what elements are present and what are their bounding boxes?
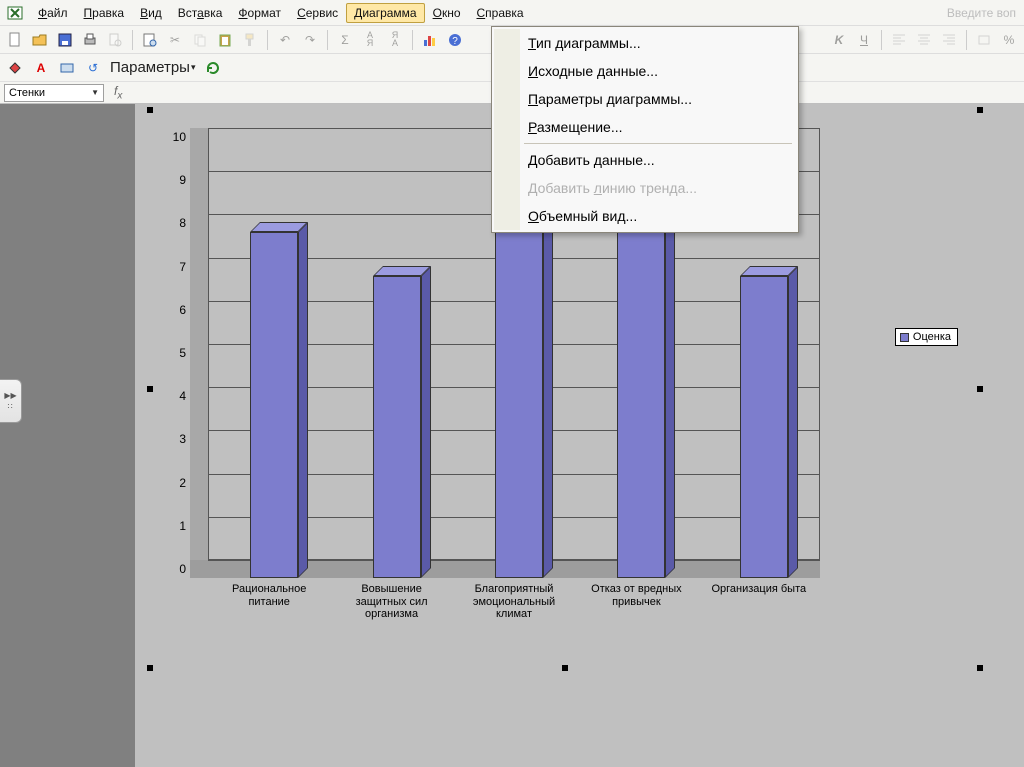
undo2-icon[interactable]: ↺ <box>82 57 104 79</box>
save-icon[interactable] <box>54 29 76 51</box>
menu-item[interactable]: Размещение... <box>494 113 796 141</box>
font-color-icon[interactable]: A <box>30 57 52 79</box>
align-left-icon <box>888 29 910 51</box>
separator <box>132 30 133 50</box>
menu-сервис[interactable]: Сервис <box>289 3 346 23</box>
resize-handle[interactable] <box>147 386 153 392</box>
chart-legend[interactable]: Оценка <box>895 328 958 346</box>
y-axis-tick: 1 <box>166 519 186 533</box>
currency-icon <box>973 29 995 51</box>
menu-диаграмма[interactable]: Диаграмма <box>346 3 424 23</box>
underline-icon: Ч <box>853 29 875 51</box>
menu-правка[interactable]: Правка <box>76 3 133 23</box>
menu-файл[interactable]: Файл <box>30 3 76 23</box>
menu-справка[interactable]: Справка <box>469 3 532 23</box>
menu-окно[interactable]: Окно <box>425 3 469 23</box>
menu-item: Добавить линию тренда... <box>494 174 796 202</box>
y-axis-tick: 0 <box>166 562 186 576</box>
paste-icon[interactable] <box>214 29 236 51</box>
print-preview-icon[interactable] <box>104 29 126 51</box>
x-axis-label: Благоприятный эмоциональный климат <box>459 583 569 621</box>
resize-handle[interactable] <box>562 665 568 671</box>
drawing-icon[interactable] <box>56 57 78 79</box>
menu-item[interactable]: Исходные данные... <box>494 57 796 85</box>
autosum-icon: Σ <box>334 29 356 51</box>
x-axis-label: Вовышение защитных сил организма <box>337 583 447 621</box>
x-axis-label: Рациональное питание <box>214 583 324 608</box>
name-box[interactable]: Стенки ▼ <box>4 84 104 102</box>
menu-вставка[interactable]: Вставка <box>170 3 231 23</box>
separator <box>966 30 967 50</box>
align-center-icon <box>913 29 935 51</box>
parameters-dropdown[interactable]: Параметры▾ <box>108 59 198 76</box>
separator <box>412 30 413 50</box>
y-axis-tick: 8 <box>166 216 186 230</box>
menu-item[interactable]: Добавить данные... <box>494 146 796 174</box>
y-axis-tick: 10 <box>166 130 186 144</box>
svg-text:?: ? <box>452 36 458 47</box>
align-right-icon <box>938 29 960 51</box>
y-axis-tick: 4 <box>166 389 186 403</box>
legend-label: Оценка <box>913 331 951 343</box>
chart-bar[interactable] <box>250 222 308 578</box>
chart-side-wall <box>190 128 208 578</box>
resize-handle[interactable] <box>977 107 983 113</box>
help-search-box[interactable]: Введите воп <box>947 6 1020 20</box>
copy-icon <box>189 29 211 51</box>
left-gutter <box>0 104 135 767</box>
sort-desc-icon: ЯА <box>384 29 406 51</box>
new-doc-icon[interactable] <box>4 29 26 51</box>
percent-icon: % <box>998 29 1020 51</box>
x-axis-label: Организация быта <box>704 583 814 596</box>
fill-color-icon[interactable] <box>4 57 26 79</box>
x-axis-label: Отказ от вредных привычек <box>581 583 691 608</box>
resize-handle[interactable] <box>977 665 983 671</box>
refresh-icon[interactable] <box>202 57 224 79</box>
name-box-value: Стенки <box>9 87 45 99</box>
chart-bar[interactable] <box>373 266 431 578</box>
resize-handle[interactable] <box>147 107 153 113</box>
chart-bar[interactable] <box>740 266 798 578</box>
separator <box>881 30 882 50</box>
task-pane-toggle[interactable]: ▶▶ ∷ <box>0 379 22 423</box>
excel-app-icon <box>6 4 24 22</box>
separator <box>327 30 328 50</box>
sort-asc-icon: АЯ <box>359 29 381 51</box>
menu-item[interactable]: Параметры диаграммы... <box>494 85 796 113</box>
menu-item[interactable]: Тип диаграммы... <box>494 29 796 57</box>
help-icon[interactable]: ? <box>444 29 466 51</box>
menu-формат[interactable]: Формат <box>230 3 289 23</box>
y-axis-tick: 2 <box>166 476 186 490</box>
redo-icon: ↷ <box>299 29 321 51</box>
menubar: ФайлПравкаВидВставкаФорматСервисДиаграмм… <box>0 0 1024 26</box>
y-axis-tick: 6 <box>166 303 186 317</box>
open-icon[interactable] <box>29 29 51 51</box>
fx-icon[interactable]: fx <box>108 84 128 101</box>
separator <box>267 30 268 50</box>
legend-swatch <box>900 333 909 342</box>
menu-item[interactable]: Объемный вид... <box>494 202 796 230</box>
app-window: ФайлПравкаВидВставкаФорматСервисДиаграмм… <box>0 0 1024 767</box>
format-painter-icon <box>239 29 261 51</box>
menu-вид[interactable]: Вид <box>132 3 170 23</box>
y-axis-tick: 5 <box>166 346 186 360</box>
diagram-menu-dropdown: Тип диаграммы...Исходные данные...Параме… <box>491 26 799 233</box>
y-axis-tick: 3 <box>166 432 186 446</box>
y-axis-tick: 9 <box>166 173 186 187</box>
y-axis-tick: 7 <box>166 260 186 274</box>
bold-icon: K <box>828 29 850 51</box>
resize-handle[interactable] <box>147 665 153 671</box>
print-icon[interactable] <box>79 29 101 51</box>
chart-wizard-icon[interactable] <box>419 29 441 51</box>
undo-icon: ↶ <box>274 29 296 51</box>
chevron-down-icon[interactable]: ▼ <box>91 88 99 97</box>
menu-separator <box>524 143 792 144</box>
resize-handle[interactable] <box>977 386 983 392</box>
research-icon[interactable] <box>139 29 161 51</box>
cut-icon: ✂ <box>164 29 186 51</box>
